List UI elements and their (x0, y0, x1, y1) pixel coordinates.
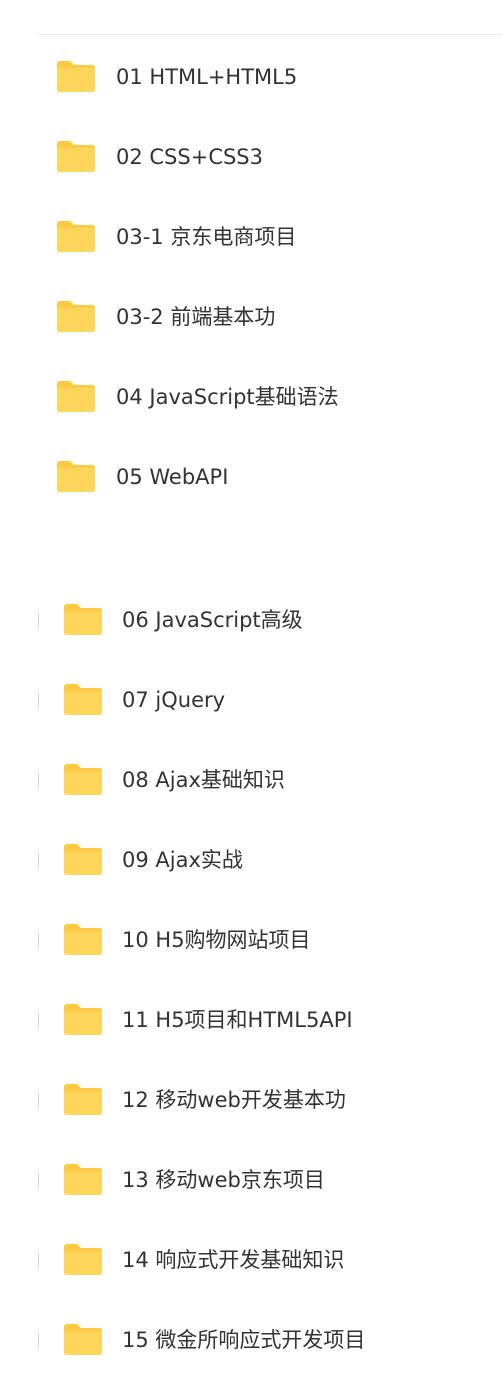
folder-icon (62, 1082, 104, 1116)
row-checkbox-edge[interactable] (34, 1090, 39, 1110)
folder-icon (55, 379, 97, 413)
folder-row[interactable]: 03-2 前端基本功 (0, 277, 502, 357)
folder-icon (55, 139, 97, 173)
row-checkbox-edge[interactable] (34, 930, 39, 950)
row-checkbox-edge[interactable] (34, 1330, 39, 1350)
folder-name[interactable]: 07 jQuery (122, 686, 225, 714)
folder-name[interactable]: 03-1 京东电商项目 (116, 223, 296, 251)
folder-name[interactable]: 01 HTML+HTML5 (116, 63, 297, 91)
folder-icon (62, 1162, 104, 1196)
folder-name[interactable]: 08 Ajax基础知识 (122, 766, 285, 794)
row-checkbox-edge[interactable] (34, 850, 39, 870)
top-divider (36, 34, 502, 35)
folder-list-secondary: 06 JavaScript高级 07 jQuery 08 Ajax基础知识 09… (0, 580, 502, 1380)
folder-row[interactable]: 01 HTML+HTML5 (0, 37, 502, 117)
folder-row[interactable]: 09 Ajax实战 (0, 820, 502, 900)
folder-row[interactable]: 02 CSS+CSS3 (0, 117, 502, 197)
folder-name[interactable]: 02 CSS+CSS3 (116, 143, 263, 171)
folder-icon (62, 922, 104, 956)
folder-icon (55, 59, 97, 93)
folder-name[interactable]: 15 微金所响应式开发项目 (122, 1326, 365, 1354)
folder-icon (62, 842, 104, 876)
row-checkbox-edge[interactable] (34, 690, 39, 710)
folder-icon (62, 1322, 104, 1356)
row-checkbox-edge[interactable] (34, 770, 39, 790)
folder-row[interactable]: 14 响应式开发基础知识 (0, 1220, 502, 1300)
row-checkbox-edge[interactable] (34, 610, 39, 630)
folder-row[interactable]: 05 WebAPI (0, 437, 502, 517)
folder-row[interactable]: 07 jQuery (0, 660, 502, 740)
folder-row[interactable]: 04 JavaScript基础语法 (0, 357, 502, 437)
folder-icon (62, 1242, 104, 1276)
folder-name[interactable]: 03-2 前端基本功 (116, 303, 275, 331)
folder-name[interactable]: 14 响应式开发基础知识 (122, 1246, 344, 1274)
folder-icon (62, 602, 104, 636)
folder-row[interactable]: 12 移动web开发基本功 (0, 1060, 502, 1140)
folder-name[interactable]: 06 JavaScript高级 (122, 606, 303, 634)
folder-row[interactable]: 03-1 京东电商项目 (0, 197, 502, 277)
folder-row[interactable]: 08 Ajax基础知识 (0, 740, 502, 820)
folder-icon (55, 219, 97, 253)
folder-row[interactable]: 10 H5购物网站项目 (0, 900, 502, 980)
folder-icon (55, 299, 97, 333)
row-checkbox-edge[interactable] (34, 1170, 39, 1190)
folder-name[interactable]: 13 移动web京东项目 (122, 1166, 325, 1194)
folder-row[interactable]: 13 移动web京东项目 (0, 1140, 502, 1220)
row-checkbox-edge[interactable] (34, 1010, 39, 1030)
folder-icon (62, 1002, 104, 1036)
folder-row[interactable]: 15 微金所响应式开发项目 (0, 1300, 502, 1380)
folder-name[interactable]: 12 移动web开发基本功 (122, 1086, 346, 1114)
folder-list-primary: 01 HTML+HTML5 02 CSS+CSS3 03-1 京东电商项目 03… (0, 37, 502, 517)
folder-row[interactable]: 11 H5项目和HTML5API (0, 980, 502, 1060)
folder-name[interactable]: 04 JavaScript基础语法 (116, 383, 339, 411)
folder-icon (55, 459, 97, 493)
folder-name[interactable]: 11 H5项目和HTML5API (122, 1006, 353, 1034)
folder-name[interactable]: 09 Ajax实战 (122, 846, 243, 874)
folder-icon (62, 762, 104, 796)
folder-row[interactable]: 06 JavaScript高级 (0, 580, 502, 660)
folder-name[interactable]: 10 H5购物网站项目 (122, 926, 311, 954)
folder-icon (62, 682, 104, 716)
row-checkbox-edge[interactable] (34, 1250, 39, 1270)
folder-name[interactable]: 05 WebAPI (116, 463, 228, 491)
